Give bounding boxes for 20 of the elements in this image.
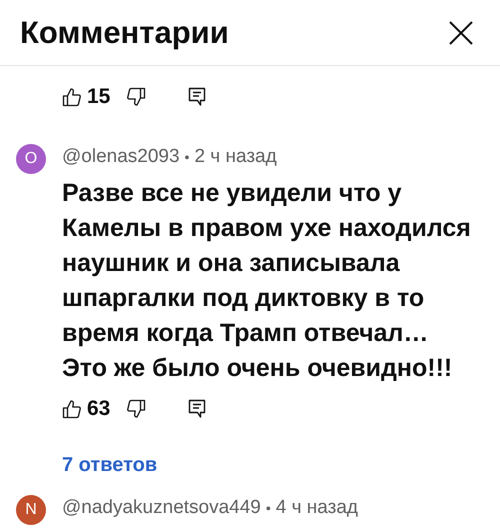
like-icon[interactable] [62,399,82,419]
replies-link[interactable]: 7 ответов [62,454,158,477]
reply-icon[interactable] [188,399,206,419]
close-icon[interactable] [448,20,474,46]
dislike-icon[interactable] [126,87,146,107]
reply-icon[interactable] [188,87,206,107]
comment-time: 2 ч назад [194,146,277,168]
user-avatar[interactable]: N [16,495,46,525]
like-icon[interactable] [62,87,82,107]
separator-dot: • [266,500,271,516]
panel-title: Комментарии [20,14,229,50]
user-avatar[interactable]: O [16,144,46,174]
comment-author[interactable]: @nadyakuznetsova449 [62,497,261,519]
like-count: 15 [87,85,110,109]
separator-dot: • [184,149,190,165]
like-count: 63 [87,397,110,421]
comment-author[interactable]: @olenas2093 [62,146,180,168]
comment-time: 4 ч назад [276,497,358,519]
comment-text: Разве все не увидели что у Камелы в правом ухе находился наушник и она записывала шпаргалки под диктовку в то время когда Трамп отвечал… Это же было очень очевидно!!! [62,178,472,384]
dislike-icon[interactable] [126,399,146,419]
